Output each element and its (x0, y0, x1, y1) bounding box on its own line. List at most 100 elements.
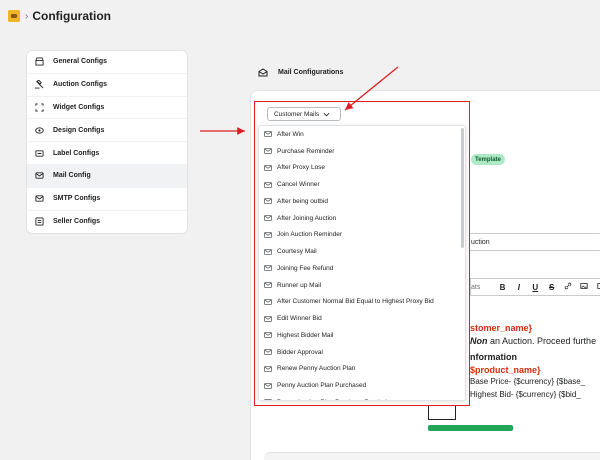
sidebar-item-label: Auction Configs (53, 81, 108, 89)
mail-option[interactable]: Runner up Mail (259, 277, 465, 294)
mail-option-label: Edit Winner Bid (277, 315, 322, 323)
mail-option[interactable]: After Customer Normal Bid Equal to Highe… (259, 294, 465, 311)
image-icon[interactable] (576, 282, 592, 292)
mail-option[interactable]: After Joining Auction (259, 210, 465, 227)
select-value: Customer Mails (274, 110, 320, 118)
mail-option[interactable]: After Win (259, 126, 465, 143)
sidebar-item-label: Mail Config (53, 172, 91, 180)
mail-option-label: Cancel Winner (277, 181, 320, 189)
sidebar-item-label: Design Configs (53, 126, 105, 134)
italic-button[interactable]: I (511, 283, 527, 292)
sidebar-item-widget-configs[interactable]: Widget Configs (27, 97, 187, 120)
mail-icon (264, 315, 272, 322)
sidebar-item-auction-configs[interactable]: Auction Configs (27, 74, 187, 97)
list-icon (35, 217, 44, 227)
sidebar-item-label: General Configs (53, 58, 108, 66)
mail-icon (264, 382, 272, 389)
mail-option[interactable]: Courtesy Mail (259, 243, 465, 260)
mail-option-label: After Joining Auction (277, 214, 337, 222)
scrollbar[interactable] (461, 128, 464, 248)
mail-icon (264, 399, 272, 400)
mail-option[interactable]: Edit Winner Bid (259, 310, 465, 327)
mail-option-label: Bidder Approval (277, 348, 323, 356)
sidebar-item-label: SMTP Configs (53, 195, 101, 203)
mail-option[interactable]: Bidder Approval (259, 344, 465, 361)
app-logo-icon[interactable] (8, 10, 20, 22)
page-title: Configuration (32, 9, 111, 23)
sidebar-item-label-configs[interactable]: Label Configs (27, 142, 187, 165)
mail-icon (264, 148, 272, 155)
email-body-editor[interactable]: stomer_name} Non an Auction. Proceed fur… (470, 322, 596, 401)
mail-option-label: Penny Auction Plan Purchased (277, 382, 367, 390)
widget-icon (35, 103, 44, 112)
media-icon[interactable] (593, 282, 600, 292)
mail-icon (264, 164, 272, 171)
mail-option[interactable]: Join Auction Reminder (259, 227, 465, 244)
mail-option[interactable]: Cancel Winner (259, 176, 465, 193)
mail-icon (264, 215, 272, 222)
formats-dropdown[interactable]: ats (471, 284, 480, 291)
mail-icon (264, 298, 272, 305)
editor-green-button[interactable] (428, 425, 513, 431)
mail-option[interactable]: Penny Auction Plan Purchased (259, 377, 465, 394)
mail-type-select[interactable]: Customer Mails (267, 107, 341, 121)
underline-button[interactable]: U (527, 283, 543, 292)
mail-option[interactable]: Highest Bidder Mail (259, 327, 465, 344)
sidebar-item-mail-config[interactable]: Mail Config (27, 164, 187, 188)
mail-option[interactable]: Penny Auction Plan Purchase Reminder (259, 394, 465, 400)
editor-line-base-price: Base Price- {$currency} {$base_ (470, 377, 586, 386)
mail-option-label: After Win (277, 130, 304, 138)
mail-option-label: Join Auction Reminder (277, 231, 343, 239)
sidebar-item-general-configs[interactable]: General Configs (27, 51, 187, 74)
mail-icon (35, 172, 44, 180)
envelope-icon (35, 195, 44, 202)
sidebar-item-label: Label Configs (53, 149, 100, 157)
config-sidebar: General Configs Auction Configs Widget C… (26, 50, 188, 234)
strikethrough-button[interactable]: S (543, 283, 559, 292)
mail-option[interactable]: Joining Fee Refund (259, 260, 465, 277)
eye-icon (35, 127, 44, 134)
hammer-icon (35, 80, 44, 89)
section-header: Mail Configurations (258, 68, 343, 77)
editor-line-rest: an Auction. Proceed furthe (487, 335, 597, 346)
bottom-card (264, 452, 600, 460)
sidebar-item-seller-configs[interactable]: Seller Configs (27, 211, 187, 233)
mail-icon (264, 265, 272, 272)
mail-option-label: Renew Penny Auction Plan (277, 365, 356, 373)
mail-option[interactable]: After Proxy Lose (259, 160, 465, 177)
editor-line-highest-bid: Highest Bid- {$currency} {$bid_ (470, 389, 581, 399)
breadcrumb-separator: › (25, 10, 29, 22)
editor-toolbar: ats B I U S (470, 278, 600, 296)
mail-option-label: Runner up Mail (277, 281, 322, 289)
mail-icon (264, 365, 272, 372)
sidebar-item-label: Seller Configs (53, 218, 101, 226)
mail-option[interactable]: Renew Penny Auction Plan (259, 361, 465, 378)
top-bar: › Configuration (0, 0, 600, 32)
mail-option-label: Joining Fee Refund (277, 264, 334, 272)
editor-bold-word: Non (470, 335, 488, 346)
mail-icon (264, 231, 272, 238)
mail-option-label: Penny Auction Plan Purchase Reminder (277, 399, 393, 400)
link-icon[interactable] (560, 282, 576, 292)
editor-line-customer: stomer_name} (470, 323, 533, 333)
label-icon (35, 149, 44, 157)
mail-option-label: Courtesy Mail (277, 248, 317, 256)
sidebar-item-design-configs[interactable]: Design Configs (27, 119, 187, 143)
template-badge: Template (471, 154, 505, 165)
bold-button[interactable]: B (494, 283, 510, 292)
chevron-down-icon (323, 112, 330, 116)
section-title: Mail Configurations (278, 69, 344, 76)
mail-icon (264, 332, 272, 339)
sidebar-item-smtp-configs[interactable]: SMTP Configs (27, 188, 187, 211)
mail-icon (264, 181, 272, 188)
editor-line-information: nformation (470, 352, 517, 362)
mail-option-label: After Customer Normal Bid Equal to Highe… (277, 298, 434, 306)
editor-line-intro: Non an Auction. Proceed furthe (470, 335, 596, 348)
mail-options-list: After Win Purchase Reminder After Proxy Lo… (258, 125, 466, 401)
editor-line-product: $product_name} (470, 364, 541, 375)
mail-option[interactable]: After being outbid (259, 193, 465, 210)
mail-open-icon (258, 68, 268, 77)
mail-icon (264, 131, 272, 138)
mail-option[interactable]: Purchase Reminder (259, 143, 465, 160)
mail-icon (264, 282, 272, 289)
